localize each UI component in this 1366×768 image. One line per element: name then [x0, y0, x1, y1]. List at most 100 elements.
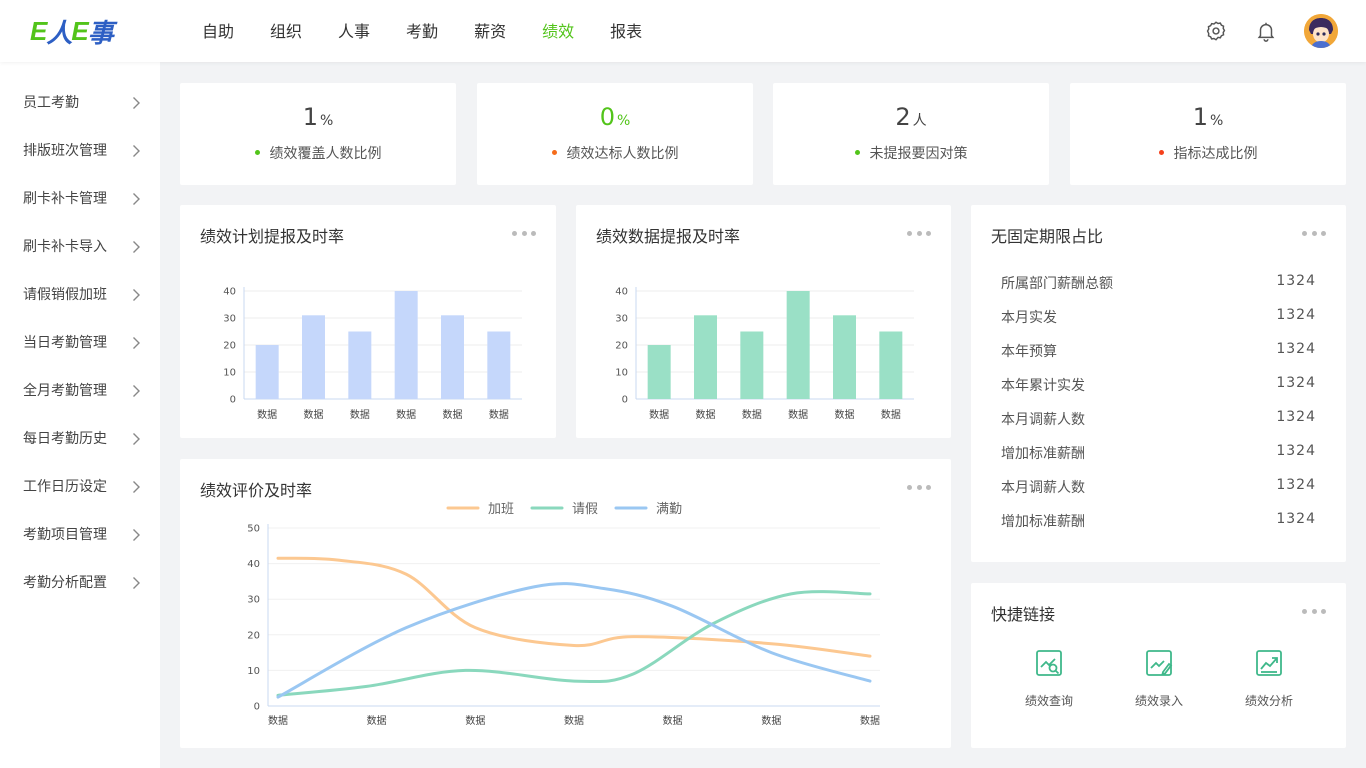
stat-value: 1% — [302, 103, 334, 131]
x-tick-label: 数据 — [443, 408, 463, 421]
bar[interactable] — [786, 291, 810, 399]
x-tick-label: 数据 — [881, 408, 901, 421]
nav-item-3[interactable]: 考勤 — [388, 0, 456, 62]
nav-item-1[interactable]: 组织 — [252, 0, 320, 62]
bar[interactable] — [694, 315, 717, 399]
chevron-right-icon — [132, 367, 144, 415]
list-item-value: 1324 — [1276, 307, 1316, 323]
sidebar-item-label: 全月考勤管理 — [23, 383, 107, 399]
sidebar-item-label: 员工考勤 — [23, 95, 79, 111]
sidebar-item[interactable]: 当日考勤管理 — [0, 319, 160, 367]
y-tick-label: 20 — [615, 341, 628, 352]
sidebar-item-label: 考勤分析配置 — [23, 575, 107, 591]
bar[interactable] — [647, 345, 671, 399]
sidebar-item[interactable]: 刷卡补卡导入 — [0, 223, 160, 271]
bar[interactable] — [879, 331, 903, 400]
card-title: 无固定期限占比 — [991, 227, 1104, 246]
main-nav: 自助 组织 人事 考勤 薪资 绩效 报表 — [184, 0, 660, 62]
list-item-label: 本月实发 — [1001, 310, 1057, 326]
chevron-right-icon — [132, 463, 144, 511]
list-item: 本月调薪人数 1324 — [1001, 469, 1316, 503]
bar[interactable] — [255, 345, 279, 399]
sidebar-item-label: 刷卡补卡导入 — [23, 239, 107, 255]
sidebar-item[interactable]: 考勤项目管理 — [0, 511, 160, 559]
stat-card-target-rate: 1% 指标达成比例 — [1070, 83, 1346, 185]
list-item: 本月调薪人数 1324 — [1001, 401, 1316, 435]
quick-link-query[interactable]: 绩效查询 — [1004, 648, 1094, 709]
x-tick-label: 数据 — [860, 714, 880, 727]
plan-bar-chart: 0 10 20 30 40 数据 数据 数据 数据 数据 数据 — [223, 287, 522, 421]
eval-line-chart: 0 10 20 30 40 50 数据 数据 数据 数据 数据 数据 数据 加班 请假 满勤 — [247, 502, 880, 727]
legend-label[interactable]: 满勤 — [656, 502, 682, 517]
x-tick-label: 数据 — [788, 408, 808, 421]
status-dot — [1158, 149, 1164, 155]
nav-item-6[interactable]: 报表 — [592, 0, 660, 62]
bar[interactable] — [740, 331, 764, 400]
user-avatar[interactable] — [1304, 14, 1338, 48]
bar[interactable] — [394, 291, 418, 399]
app-logo[interactable]: E人E事 — [30, 14, 114, 48]
sidebar-item-label: 刷卡补卡管理 — [23, 191, 107, 207]
y-tick-label: 20 — [247, 630, 260, 641]
nav-item-5[interactable]: 绩效 — [524, 0, 592, 62]
bar[interactable] — [833, 315, 856, 399]
bell-icon[interactable] — [1254, 19, 1278, 43]
list-item: 所属部门薪酬总额 1324 — [1001, 265, 1316, 299]
plan-timeliness-card: 绩效计划提报及时率 0 10 20 30 40 数据 数据 数据 数据 数据 数据 — [180, 205, 556, 438]
stat-card-coverage: 1% 绩效覆盖人数比例 — [180, 83, 456, 185]
logo-part-4: 事 — [87, 17, 114, 48]
nav-item-0[interactable]: 自助 — [184, 0, 252, 62]
quick-link-label: 绩效录入 — [1134, 694, 1183, 708]
gear-icon[interactable] — [1204, 19, 1228, 43]
list-item: 本月实发 1324 — [1001, 299, 1316, 333]
quick-link-entry[interactable]: 绩效录入 — [1114, 648, 1204, 709]
list-item-value: 1324 — [1276, 443, 1316, 459]
search-chart-icon — [1034, 648, 1064, 678]
series-line[interactable] — [276, 556, 872, 658]
sidebar-item[interactable]: 员工考勤 — [0, 79, 160, 127]
more-icon[interactable] — [1302, 603, 1326, 619]
sidebar-item-label: 排版班次管理 — [23, 143, 107, 159]
sidebar: 员工考勤排版班次管理 刷卡补卡管理 刷卡补卡导入 请假销假加班当日考勤管理全月考勤管理… — [0, 62, 160, 768]
legend-label[interactable]: 加班 — [488, 502, 514, 517]
sidebar-item[interactable]: 工作日历设定 — [0, 463, 160, 511]
sidebar-item[interactable]: 刷卡补卡管理 — [0, 175, 160, 223]
x-tick-label: 数据 — [663, 714, 683, 727]
legend-label[interactable]: 请假 — [572, 502, 598, 517]
more-icon[interactable] — [1302, 225, 1326, 241]
sidebar-item[interactable]: 每日考勤历史 — [0, 415, 160, 463]
logo-part-1: E — [30, 15, 47, 46]
sidebar-item[interactable]: 全月考勤管理 — [0, 367, 160, 415]
x-tick-label: 数据 — [350, 408, 370, 421]
y-tick-label: 0 — [254, 702, 260, 713]
sidebar-item-label: 工作日历设定 — [23, 479, 107, 495]
logo-part-2: 人 — [46, 17, 72, 48]
x-tick-label: 数据 — [304, 408, 324, 421]
sidebar-item[interactable]: 考勤分析配置 — [0, 559, 160, 607]
bar[interactable] — [302, 315, 325, 399]
x-tick-label: 数据 — [257, 408, 277, 421]
bar[interactable] — [487, 331, 511, 400]
y-tick-label: 0 — [230, 395, 236, 406]
nav-item-2[interactable]: 人事 — [320, 0, 388, 62]
quick-link-analysis[interactable]: 绩效分析 — [1224, 648, 1314, 709]
x-tick-label: 数据 — [564, 714, 584, 727]
x-tick-label: 数据 — [268, 714, 288, 727]
x-tick-label: 数据 — [396, 408, 416, 421]
chevron-right-icon — [132, 319, 144, 367]
card-title: 快捷链接 — [991, 605, 1056, 624]
sidebar-item[interactable]: 排版班次管理 — [0, 127, 160, 175]
header-actions — [1204, 14, 1338, 48]
stat-card-attainment: 0% 绩效达标人数比例 — [477, 83, 753, 185]
nav-item-4[interactable]: 薪资 — [456, 0, 524, 62]
stat-label: 未提报要因对策 — [773, 143, 1049, 163]
chevron-right-icon — [132, 79, 144, 127]
bar[interactable] — [348, 331, 372, 400]
list-item: 增加标准薪酬 1324 — [1001, 435, 1316, 469]
bar[interactable] — [441, 315, 464, 399]
chevron-right-icon — [132, 271, 144, 319]
sidebar-item[interactable]: 请假销假加班 — [0, 271, 160, 319]
y-tick-label: 10 — [223, 368, 236, 379]
list-item: 增加标准薪酬 1324 — [1001, 503, 1316, 537]
sidebar-item-label: 请假销假加班 — [23, 287, 107, 303]
